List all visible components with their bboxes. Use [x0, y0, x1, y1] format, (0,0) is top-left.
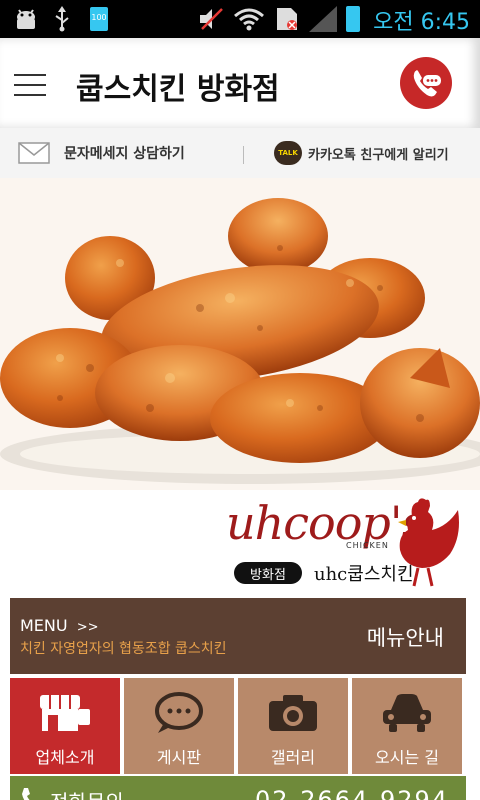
envelope-icon	[18, 142, 50, 164]
tile-directions[interactable]: 오시는 길	[352, 678, 462, 774]
mute-icon	[197, 6, 227, 32]
tile-board[interactable]: 게시판	[124, 678, 234, 774]
phone-inquiry-label: 전화문의	[50, 786, 124, 800]
sms-consult-link[interactable]: 문자메세지 상담하기	[18, 128, 185, 178]
tile-label: 갤러리	[270, 748, 316, 767]
menu-label-text: MENU	[20, 616, 68, 635]
tile-label: 업체소개	[35, 748, 95, 767]
menu-guide-label: 메뉴안내	[366, 626, 444, 650]
usb-icon	[50, 6, 74, 32]
hamburger-menu-icon[interactable]	[14, 74, 46, 96]
call-button[interactable]	[400, 57, 452, 109]
phone-number: 02-2664-9294	[255, 786, 450, 800]
brand-korean-logo: uhc쿱스치킨	[314, 564, 414, 585]
branch-badge: 방화점	[234, 562, 302, 584]
divider	[243, 146, 244, 164]
menu-banner-subtitle: 치킨 자영업자의 협동조합 쿱스치킨	[20, 641, 227, 657]
kakao-share-label: 카카오톡 친구에게 알리기	[308, 147, 449, 163]
sms-consult-label: 문자메세지 상담하기	[64, 146, 185, 162]
menu-banner-label: MENU >>	[20, 616, 98, 635]
signal-icon	[306, 6, 340, 32]
page-title: 쿱스치킨 방화점	[76, 72, 280, 107]
phone-inquiry-bar[interactable]: 전화문의 02-2664-9294	[10, 776, 466, 800]
menu-arrow: >>	[76, 620, 99, 635]
status-bar: 100 오전 6:45	[0, 0, 480, 38]
tile-gallery[interactable]: 갤러리	[238, 678, 348, 774]
menu-banner[interactable]: MENU >> 치킨 자영업자의 협동조합 쿱스치킨 메뉴안내	[10, 598, 466, 674]
battery-level-text: 100	[91, 13, 107, 22]
car-icon	[381, 690, 433, 736]
phone-icon	[22, 788, 36, 800]
contact-bar: 문자메세지 상담하기 TALK 카카오톡 친구에게 알리기	[0, 128, 480, 178]
kakao-share-link[interactable]: TALK 카카오톡 친구에게 알리기	[274, 128, 449, 178]
fried-chicken-hero-image	[0, 178, 480, 490]
battery-icon	[344, 6, 362, 32]
app-header: 쿱스치킨 방화점	[0, 38, 480, 128]
kakao-talk-icon: TALK	[274, 141, 302, 165]
store-icon	[38, 690, 92, 736]
android-debug-icon	[12, 6, 40, 32]
camera-icon	[267, 690, 319, 736]
tile-label: 게시판	[156, 748, 202, 767]
status-time: 오전 6:45	[373, 10, 470, 35]
phone-call-icon	[413, 70, 441, 97]
tile-company-intro[interactable]: 업체소개	[10, 678, 120, 774]
brand-logo-subtext: CHICKEN	[346, 541, 389, 550]
battery-small-icon: 100	[88, 6, 110, 32]
wifi-icon	[232, 6, 266, 32]
kakao-badge-text: TALK	[278, 149, 298, 157]
chat-bubble-icon	[154, 690, 204, 736]
tile-label: 오시는 길	[375, 748, 439, 767]
sim-card-icon	[274, 6, 300, 32]
